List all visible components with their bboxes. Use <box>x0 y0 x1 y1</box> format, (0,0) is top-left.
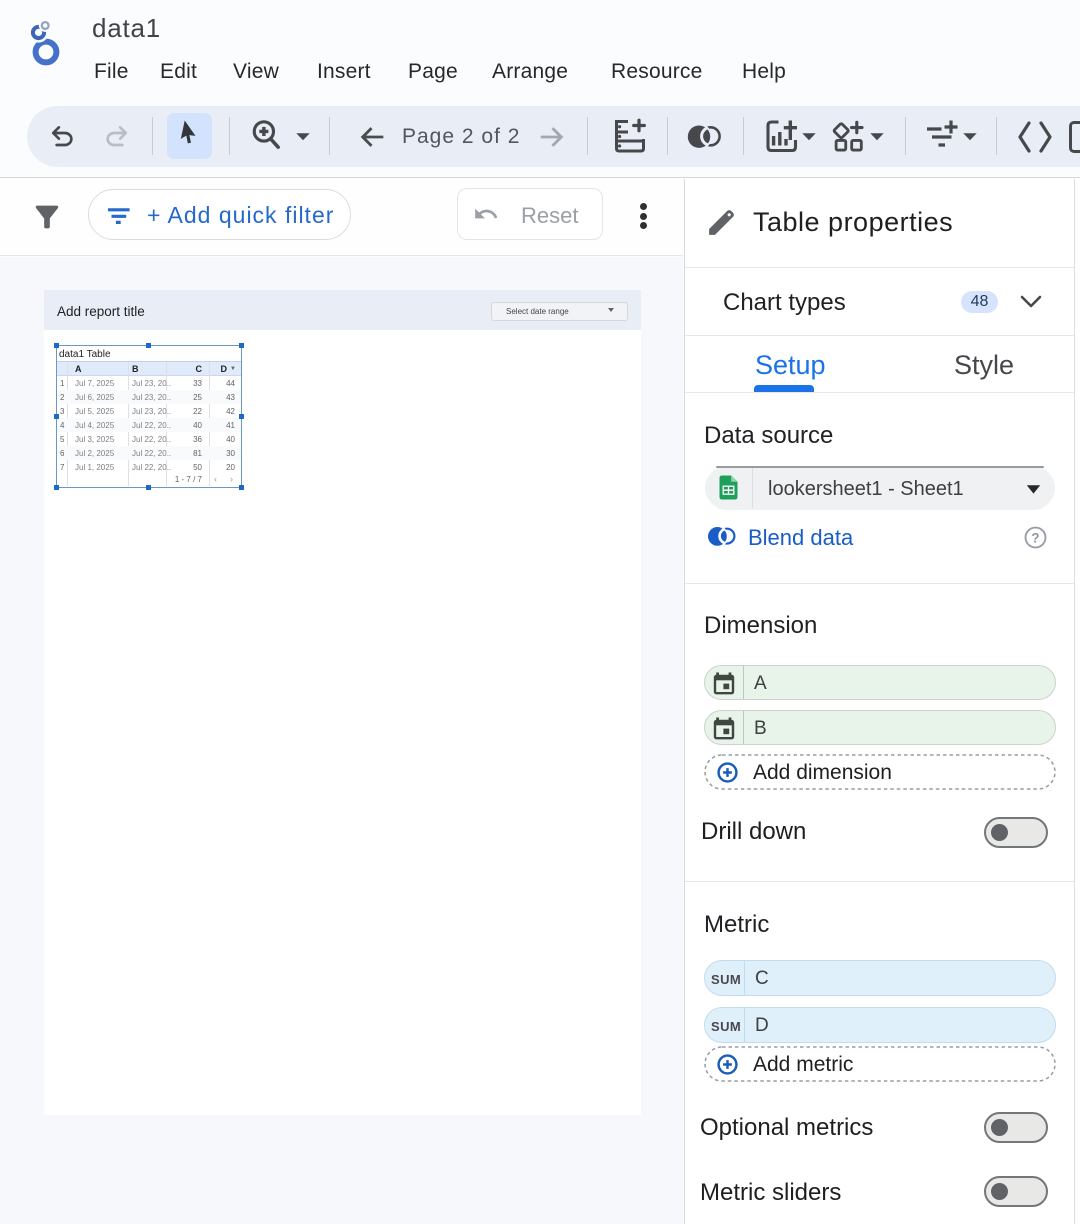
svg-text:?: ? <box>1031 530 1039 545</box>
